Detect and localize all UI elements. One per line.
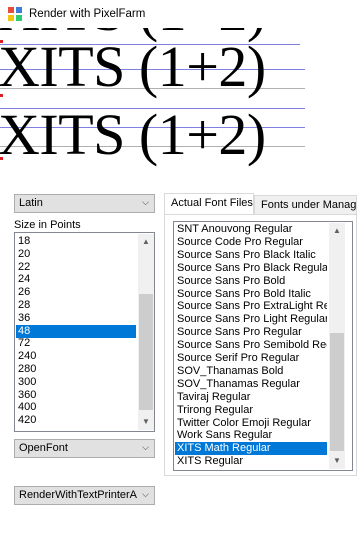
size-list-item[interactable]: 420 xyxy=(16,414,136,427)
chevron-up-icon[interactable]: ▲ xyxy=(138,234,154,250)
baseline-marker xyxy=(0,40,3,43)
font-list-item[interactable]: Source Sans Pro Bold xyxy=(175,275,327,288)
font-list-item[interactable]: Source Sans Pro ExtraLight Reg xyxy=(175,300,327,313)
size-list-item[interactable]: 400 xyxy=(16,401,136,414)
baseline-marker xyxy=(0,94,3,97)
tab-fonts-under-management[interactable]: Fonts under Manag xyxy=(254,195,357,215)
font-list-item[interactable]: Source Sans Pro Light Regular xyxy=(175,313,327,326)
chevron-down-icon[interactable]: ▼ xyxy=(138,414,154,430)
font-list-item[interactable]: Twitter Color Emoji Regular xyxy=(175,417,327,430)
render-preview: XITS (1+2) XITS (1+2) XITS (1+2) xyxy=(0,28,357,186)
chevron-down-icon: ⌵ xyxy=(142,489,149,499)
size-label: Size in Points xyxy=(14,219,81,231)
renderer-select[interactable]: RenderWithTextPrinterAr ⌵ xyxy=(14,486,155,505)
engine-select-value: OpenFont xyxy=(19,442,68,454)
chevron-down-icon: ⌵ xyxy=(142,442,149,452)
size-list-item[interactable]: 22 xyxy=(16,261,136,274)
tab-actual-font-files[interactable]: Actual Font Files xyxy=(164,193,254,215)
app-icon xyxy=(8,7,22,21)
size-list-item[interactable]: 360 xyxy=(16,389,136,402)
size-list-item[interactable]: 300 xyxy=(16,376,136,389)
scroll-thumb[interactable] xyxy=(139,294,153,410)
font-list-item[interactable]: SOV_Thanamas Bold xyxy=(175,365,327,378)
size-list-item[interactable]: 36 xyxy=(16,312,136,325)
font-list-item[interactable]: XITS Regular xyxy=(175,455,327,468)
font-list-item[interactable]: Source Code Pro Regular xyxy=(175,236,327,249)
script-select-value: Latin xyxy=(19,197,43,209)
chevron-down-icon: ⌵ xyxy=(142,197,149,207)
font-list-scrollbar[interactable]: ▲ ▼ xyxy=(329,223,345,469)
renderer-select-value: RenderWithTextPrinterAr xyxy=(19,489,137,501)
font-list-item[interactable]: SOV_Thanamas Regular xyxy=(175,378,327,391)
size-list-item[interactable]: 280 xyxy=(16,363,136,376)
font-list-item[interactable]: SNT Anouvong Regular xyxy=(175,223,327,236)
chevron-down-icon[interactable]: ▼ xyxy=(329,453,345,469)
size-list[interactable]: 420 400 360 300 280 240 72 48 36 28 26 24 22 20 18 ▲ ▼ xyxy=(14,232,155,432)
font-list-item[interactable]: Source Sans Pro Black Regular xyxy=(175,262,327,275)
size-list-item[interactable]: 26 xyxy=(16,286,136,299)
font-list-item[interactable]: Source Serif Pro Regular xyxy=(175,352,327,365)
baseline-marker xyxy=(0,157,3,160)
font-list-item[interactable]: Trirong Regular xyxy=(175,404,327,417)
font-list-item[interactable]: Source Sans Pro Semibold Reg xyxy=(175,339,327,352)
scroll-thumb[interactable] xyxy=(330,333,344,451)
font-list-item[interactable]: XITS Math Regular xyxy=(175,442,327,456)
preview-text: XITS (1+2) xyxy=(0,102,266,167)
size-list-item[interactable]: 18 xyxy=(16,235,136,248)
size-list-scrollbar[interactable]: ▲ ▼ xyxy=(138,234,154,430)
font-list[interactable]: XITS Regular XITS Math Regular Work Sans R… xyxy=(173,221,353,471)
script-select[interactable]: Latin ⌵ xyxy=(14,194,155,213)
font-list-item[interactable]: Work Sans Regular xyxy=(175,429,327,442)
font-list-item[interactable]: Source Sans Pro Bold Italic xyxy=(175,288,327,301)
font-list-item[interactable]: Source Sans Pro Black Italic xyxy=(175,249,327,262)
engine-select[interactable]: OpenFont ⌵ xyxy=(14,439,155,458)
size-list-item[interactable]: 240 xyxy=(16,350,136,363)
font-list-item[interactable]: Source Sans Pro Regular xyxy=(175,326,327,339)
title-bar: Render with PixelFarm xyxy=(0,0,357,28)
size-list-item[interactable]: 72 xyxy=(16,337,136,350)
chevron-up-icon[interactable]: ▲ xyxy=(329,223,345,239)
font-list-item[interactable]: Taviraj Regular xyxy=(175,391,327,404)
size-list-item[interactable]: 20 xyxy=(16,248,136,261)
size-list-item[interactable]: 28 xyxy=(16,299,136,312)
preview-text: XITS (1+2) xyxy=(0,34,266,99)
size-list-item[interactable]: 24 xyxy=(16,273,136,286)
size-list-item[interactable]: 48 xyxy=(16,324,136,338)
window-title: Render with PixelFarm xyxy=(29,8,146,20)
